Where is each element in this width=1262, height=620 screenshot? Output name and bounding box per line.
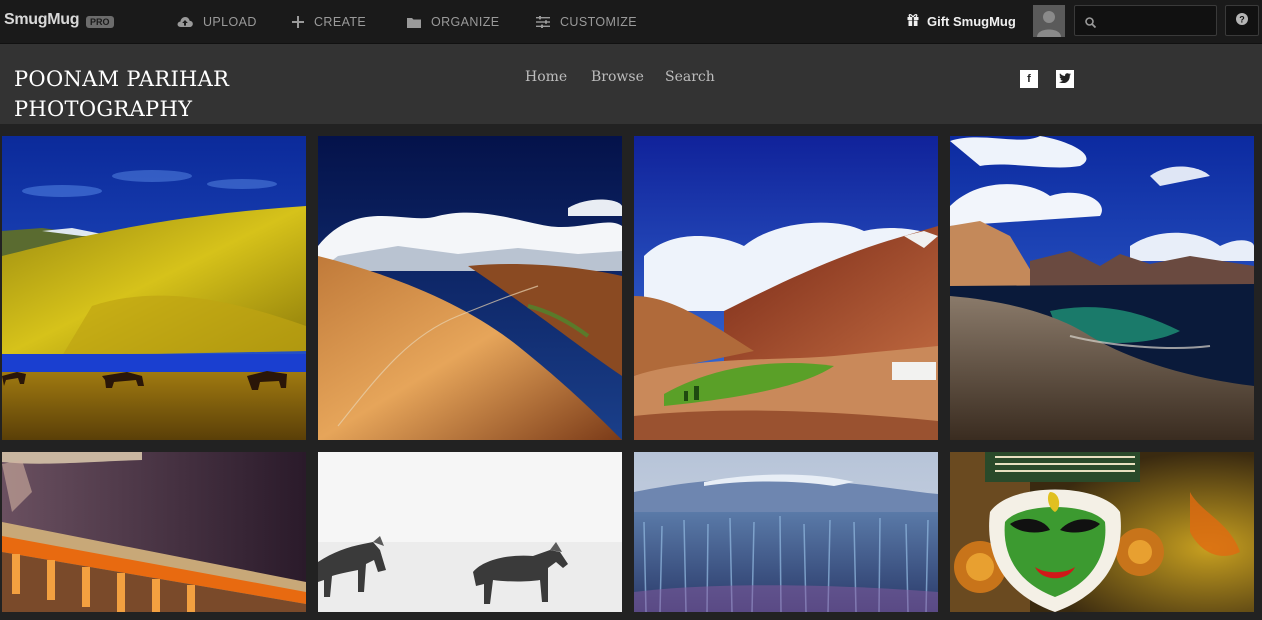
search-icon <box>1085 15 1097 33</box>
folder-icon <box>407 17 421 28</box>
photo-thumbnail-5[interactable] <box>2 452 306 612</box>
photo-thumbnail-8[interactable] <box>950 452 1254 612</box>
nav-browse[interactable]: Browse <box>591 69 644 85</box>
customize-label: CUSTOMIZE <box>560 15 637 29</box>
top-toolbar: SmugMug PRO UPLOAD CREATE ORGANIZE CUSTO… <box>0 0 1262 44</box>
site-title[interactable]: POONAM PARIHAR PHOTOGRAPHY <box>14 64 274 124</box>
facebook-button[interactable]: f <box>1020 70 1038 88</box>
photo-gallery <box>0 124 1262 620</box>
gift-label: Gift SmugMug <box>927 13 1016 29</box>
twitter-icon <box>1059 70 1071 88</box>
cloud-upload-icon <box>177 16 193 28</box>
pro-badge: PRO <box>86 16 114 28</box>
help-button[interactable]: ? <box>1225 5 1259 36</box>
photo-thumbnail-4[interactable] <box>950 136 1254 440</box>
photo-thumbnail-7[interactable] <box>634 452 938 612</box>
facebook-icon: f <box>1027 73 1031 85</box>
sliders-icon <box>536 16 550 28</box>
nav-search[interactable]: Search <box>665 69 715 85</box>
organize-label: ORGANIZE <box>431 15 500 29</box>
svg-text:?: ? <box>1239 14 1245 24</box>
photo-thumbnail-6[interactable] <box>318 452 622 612</box>
photo-thumbnail-2[interactable] <box>318 136 622 440</box>
photo-thumbnail-3[interactable] <box>634 136 938 440</box>
help-icon: ? <box>1236 12 1248 30</box>
user-avatar[interactable] <box>1033 5 1065 37</box>
create-label: CREATE <box>314 15 367 29</box>
plus-icon <box>292 16 304 28</box>
site-title-line2: PHOTOGRAPHY <box>14 97 193 121</box>
search-box[interactable] <box>1074 5 1217 37</box>
site-title-line1: POONAM PARIHAR <box>14 67 230 91</box>
customize-button[interactable]: CUSTOMIZE <box>536 14 637 30</box>
smugmug-logo[interactable]: SmugMug <box>4 11 80 29</box>
twitter-button[interactable] <box>1056 70 1074 88</box>
gift-icon <box>907 13 919 29</box>
upload-label: UPLOAD <box>203 15 257 29</box>
search-input[interactable] <box>1103 6 1215 37</box>
site-header: POONAM PARIHAR PHOTOGRAPHY Home Browse S… <box>0 44 1262 124</box>
upload-button[interactable]: UPLOAD <box>177 14 257 30</box>
gift-smugmug-button[interactable]: Gift SmugMug <box>907 13 1016 29</box>
nav-home[interactable]: Home <box>525 69 567 85</box>
create-button[interactable]: CREATE <box>292 14 366 30</box>
photo-thumbnail-1[interactable] <box>2 136 306 440</box>
organize-button[interactable]: ORGANIZE <box>407 14 499 30</box>
